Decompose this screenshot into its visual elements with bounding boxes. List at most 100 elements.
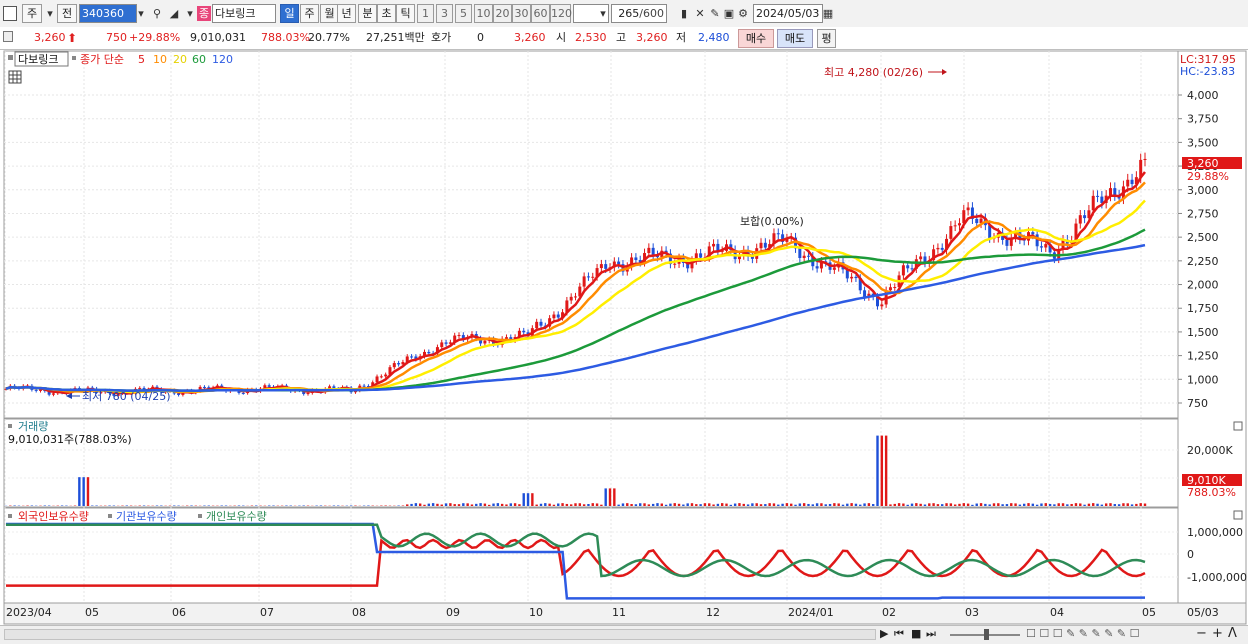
volume-bar [423, 505, 425, 506]
interval-60-button[interactable]: 60 [531, 4, 550, 23]
period-week-button[interactable]: 주 [300, 4, 319, 23]
volume-bar [945, 503, 947, 506]
main-toolbar: 주 ▾ 전 340360 ▾ ⚲ ◢ ▾ 종 다보링크 일 주 월 년 분 초 … [0, 0, 1248, 28]
search-icon[interactable]: ⚲ [149, 5, 165, 22]
volume-bar [432, 503, 434, 506]
stock-name-field[interactable]: 다보링크 [212, 4, 276, 23]
count-input[interactable]: 265/600 [611, 4, 667, 23]
period-tick-button[interactable]: 틱 [396, 4, 415, 23]
zoom-slider-thumb[interactable] [984, 629, 989, 640]
period-second-button[interactable]: 초 [377, 4, 396, 23]
volume-bar [976, 504, 978, 506]
volume-bar [941, 504, 943, 506]
hc-value: HC:-23.83 [1180, 65, 1235, 78]
table-toggle-icon[interactable] [9, 71, 21, 83]
volume-bar [652, 504, 654, 506]
speaker-dropdown-icon[interactable]: ▾ [182, 5, 198, 22]
y-tick-label: 3,750 [1187, 113, 1219, 126]
candle-body [833, 267, 836, 269]
eval-button[interactable]: 평 [817, 29, 836, 48]
forward-icon[interactable]: ⏭ [926, 627, 936, 641]
interval-120-button[interactable]: 120 [550, 4, 571, 23]
volume-bar [609, 488, 611, 506]
high-label: 고 [616, 31, 626, 45]
candle-body [889, 287, 892, 290]
volume-bar [717, 504, 719, 506]
candle-body [1040, 246, 1043, 247]
candle-body [1113, 188, 1116, 195]
fit-icon[interactable]: Λ [1228, 626, 1237, 641]
volume-bar [738, 503, 740, 506]
interval-30-button[interactable]: 30 [512, 4, 531, 23]
zoom-out-icon[interactable]: − [1196, 626, 1207, 641]
interval-10-button[interactable]: 10 [474, 4, 493, 23]
candle-body [647, 248, 650, 253]
crosshair-icon[interactable]: ✕ [692, 5, 708, 22]
stock-code-value: 340360 [82, 7, 124, 20]
volume-bar [605, 488, 607, 506]
interval-20-button[interactable]: 20 [493, 4, 512, 23]
volume-bar [984, 504, 986, 506]
candle-body [587, 276, 590, 277]
volume-bar [730, 505, 732, 506]
volume-bar [527, 493, 529, 506]
prev-button[interactable]: 전 [57, 4, 77, 23]
interval-5-button[interactable]: 5 [455, 4, 472, 23]
volume-bar [570, 504, 572, 506]
rewind-icon[interactable]: ⏮ [894, 627, 904, 641]
volume-close-icon[interactable] [1234, 422, 1242, 430]
settings-icon[interactable]: ⚙ [735, 5, 751, 22]
market-dropdown-icon[interactable]: ▾ [42, 5, 58, 22]
candle-icon[interactable]: ▮ [676, 5, 692, 22]
market-select[interactable]: 주 [22, 4, 42, 23]
mid-note: 보합(0.00%) [740, 215, 804, 228]
volume-bar [1101, 505, 1103, 506]
holding-close-icon[interactable] [1234, 511, 1242, 519]
candle-body [958, 223, 961, 225]
calendar-icon[interactable]: ▦ [820, 5, 836, 22]
x-tick-label: 05 [85, 606, 99, 619]
open-price: 2,530 [575, 31, 607, 45]
ma-10: 10 [153, 53, 167, 66]
interval-3-button[interactable]: 3 [436, 4, 453, 23]
volume-title: 거래량 [18, 420, 48, 433]
volume-bar [579, 503, 581, 506]
date-input[interactable]: 2024/05/03 [753, 4, 823, 23]
buy-button[interactable]: 매수 [738, 29, 774, 48]
zoom-in-icon[interactable]: + [1212, 626, 1223, 641]
sell-button[interactable]: 매도 [777, 29, 813, 48]
period-day-button[interactable]: 일 [280, 4, 299, 23]
quote-toggle-icon[interactable] [3, 31, 13, 42]
volume-bar [799, 503, 801, 506]
volume-bar [958, 504, 960, 506]
volume-bar [1075, 503, 1077, 506]
stop-icon[interactable]: ■ [911, 627, 921, 640]
volume-bar [768, 503, 770, 506]
volume-bar [872, 504, 874, 506]
low-label: 저 [676, 31, 686, 45]
x-tick-label: 04 [1050, 606, 1064, 619]
period-year-button[interactable]: 년 [337, 4, 356, 23]
volume-bar [1114, 504, 1116, 506]
horizontal-scrollbar[interactable] [4, 629, 876, 640]
code-dropdown-icon[interactable]: ▾ [133, 5, 149, 22]
stock-chart[interactable]: 4,0003,7503,5003,2503,0002,7502,5002,250… [0, 50, 1248, 625]
candle-body [760, 243, 763, 248]
speaker-icon[interactable]: ◢ [166, 5, 182, 22]
volume-bar [557, 503, 559, 506]
legend-foreign: 외국인보유수량 [18, 510, 89, 523]
volume-bar [919, 504, 921, 506]
candle-body [850, 277, 853, 279]
period-minute-button[interactable]: 분 [358, 4, 377, 23]
scroll-left-icon[interactable]: ▶ [880, 627, 888, 640]
tool-icons[interactable]: ☐ ☐ ☐ ✎ ✎ ✎ ✎ ✎ ☐ [1026, 627, 1140, 640]
interval-1-button[interactable]: 1 [417, 4, 434, 23]
window-menu-icon[interactable] [3, 6, 17, 21]
stock-code-input[interactable]: 340360 [79, 4, 137, 23]
candle-body [803, 256, 806, 258]
x-tick-label: 10 [529, 606, 543, 619]
volume-bar [777, 505, 779, 506]
volume-bar [764, 504, 766, 506]
candle-body [936, 248, 939, 249]
interval-dropdown-icon[interactable]: ▾ [595, 5, 611, 22]
